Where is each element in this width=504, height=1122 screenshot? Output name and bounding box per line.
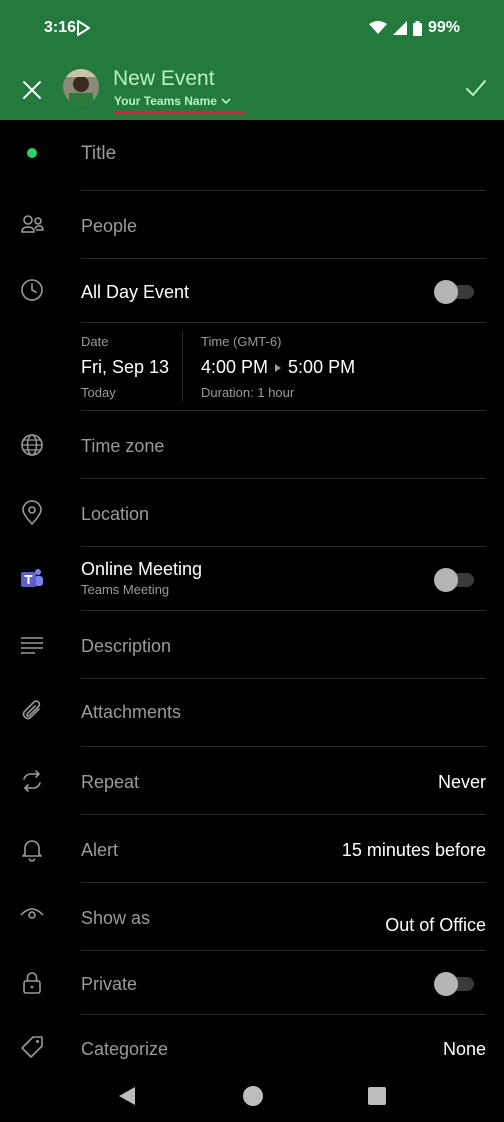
signal-icon	[392, 21, 407, 35]
divider	[81, 322, 486, 323]
battery-icon	[412, 20, 422, 36]
toggle-knob	[434, 280, 458, 304]
time-zone-row[interactable]: Time zone	[0, 412, 504, 480]
status-time: 3:16	[44, 19, 77, 36]
repeat-icon	[23, 770, 41, 792]
teams-icon	[21, 569, 43, 587]
people-icon	[21, 215, 44, 233]
close-icon[interactable]	[18, 76, 46, 104]
categorize-label: Categorize	[81, 1039, 169, 1059]
home-icon[interactable]	[242, 1085, 264, 1107]
battery-percent: 99%	[427, 19, 460, 36]
private-toggle[interactable]	[434, 972, 474, 996]
all-day-toggle[interactable]	[434, 280, 474, 304]
clock-icon	[21, 279, 43, 301]
divider	[81, 814, 486, 815]
time-zone-field[interactable]: Time zone	[81, 436, 164, 457]
title-row[interactable]: Title	[0, 120, 504, 192]
status-indicators: 99%	[368, 19, 460, 37]
divider	[81, 950, 486, 951]
globe-icon	[21, 434, 43, 456]
eye-icon	[20, 908, 44, 919]
location-row[interactable]: Location	[0, 480, 504, 548]
toggle-knob	[434, 972, 458, 996]
categorize-value[interactable]: None	[443, 1039, 486, 1060]
people-field[interactable]: People	[81, 216, 137, 237]
page-title: New Event	[113, 67, 215, 90]
play-store-icon	[77, 20, 90, 36]
date-label: Date	[81, 334, 109, 349]
repeat-label: Repeat	[81, 772, 140, 792]
chevron-down-icon	[221, 98, 231, 105]
app-header: New Event Your Teams Name	[0, 56, 504, 120]
time-range: 4:00 PM 5:00 PM	[201, 357, 355, 378]
online-meeting-sub: Teams Meeting	[81, 582, 170, 597]
check-icon[interactable]	[464, 76, 488, 100]
alert-label: Alert	[81, 840, 119, 860]
back-icon[interactable]	[118, 1086, 136, 1106]
divider	[81, 258, 486, 259]
divider	[81, 546, 486, 547]
arrow-right-icon	[275, 363, 282, 372]
alert-value[interactable]: 15 minutes before	[342, 840, 486, 861]
recents-icon[interactable]	[368, 1087, 386, 1105]
system-nav-bar	[0, 1070, 504, 1122]
divider	[81, 746, 486, 747]
team-name: Your Teams Name	[114, 94, 217, 108]
team-underline	[113, 111, 245, 114]
alert-row[interactable]: Alert 15 minutes before	[0, 816, 504, 884]
toggle-knob	[434, 568, 458, 592]
attachments-field[interactable]: Attachments	[81, 702, 181, 723]
online-meeting-label: Online Meeting	[81, 559, 203, 579]
divider	[81, 190, 486, 191]
divider	[81, 882, 486, 883]
online-meeting-row[interactable]: Online Meeting Teams Meeting	[0, 548, 504, 612]
date-sub: Today	[81, 385, 116, 400]
show-as-value[interactable]: Out of Office	[385, 915, 486, 936]
calendar-color-dot-icon[interactable]	[19, 140, 45, 166]
lock-icon	[23, 972, 41, 994]
divider	[81, 478, 486, 479]
start-time[interactable]: 4:00 PM	[201, 357, 268, 378]
bell-icon	[22, 840, 42, 862]
status-bar: 3:16 99%	[0, 0, 504, 56]
duration: Duration: 1 hour	[201, 385, 295, 400]
date-value[interactable]: Fri, Sep 13	[81, 357, 169, 378]
end-time[interactable]: 5:00 PM	[288, 357, 355, 378]
private-label: Private	[81, 974, 138, 994]
private-row[interactable]: Private	[0, 952, 504, 1016]
title-input[interactable]: Title	[81, 143, 116, 165]
team-selector[interactable]: Your Teams Name	[114, 94, 231, 108]
divider	[81, 1014, 486, 1015]
divider	[81, 410, 486, 411]
date-time-row: Date Fri, Sep 13 Today Time (GMT-6) 4:00…	[0, 324, 504, 412]
repeat-row[interactable]: Repeat Never	[0, 748, 504, 816]
all-day-row[interactable]: All Day Event	[0, 260, 504, 324]
wifi-icon	[368, 21, 387, 34]
categorize-row[interactable]: Categorize None	[0, 1016, 504, 1070]
paperclip-icon	[22, 700, 41, 720]
location-field[interactable]: Location	[81, 504, 149, 525]
avatar[interactable]	[63, 69, 99, 105]
description-row[interactable]: Description	[0, 612, 504, 680]
attachments-row[interactable]: Attachments	[0, 680, 504, 748]
divider	[81, 678, 486, 679]
show-as-label: Show as	[81, 908, 151, 928]
all-day-label: All Day Event	[81, 282, 190, 302]
repeat-value[interactable]: Never	[438, 772, 486, 793]
vertical-divider	[182, 332, 183, 402]
description-lines-icon	[21, 637, 43, 654]
location-pin-icon	[22, 500, 42, 526]
online-meeting-toggle[interactable]	[434, 568, 474, 592]
divider	[81, 610, 486, 611]
tag-icon	[21, 1036, 43, 1058]
time-label: Time (GMT-6)	[201, 334, 282, 349]
show-as-row[interactable]: Show as Out of Office	[0, 884, 504, 952]
description-field[interactable]: Description	[81, 636, 171, 657]
people-row[interactable]: People	[0, 192, 504, 260]
